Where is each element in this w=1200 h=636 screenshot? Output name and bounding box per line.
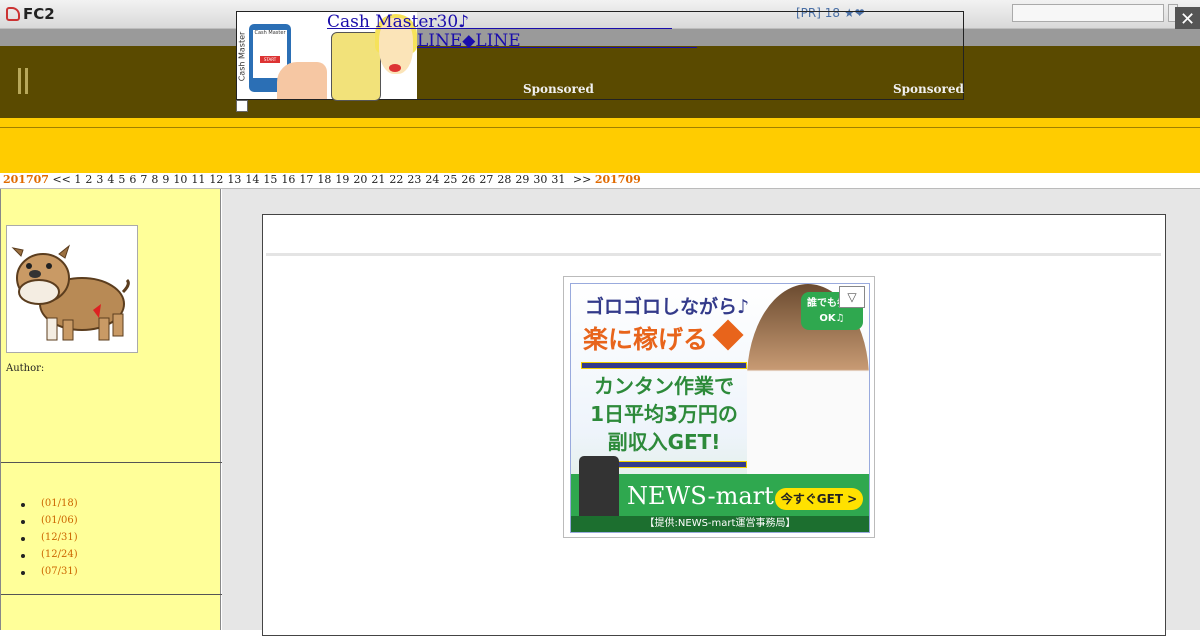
calendar-day[interactable]: 16 bbox=[281, 173, 295, 186]
calendar-day[interactable]: 21 bbox=[371, 173, 385, 186]
provider-caption: 【提供:NEWS-mart運営事務局】 bbox=[571, 516, 869, 532]
prev-month-link[interactable]: 201707 bbox=[3, 173, 49, 186]
banner-rule-top bbox=[581, 362, 747, 369]
next-month-link[interactable]: 201709 bbox=[595, 173, 641, 186]
calendar-day[interactable]: 12 bbox=[209, 173, 223, 186]
calendar-day[interactable]: 3 bbox=[96, 173, 103, 186]
calendar-days: 1 2 3 4 5 6 7 8 9 10 11 12 13 14 15 16 17 18 19 20 21 22 23 24 2… bbox=[74, 173, 569, 186]
entry-title-rule bbox=[266, 253, 1161, 256]
recent-entry[interactable]: (12/24) bbox=[21, 549, 78, 566]
calendar-day[interactable]: 6 bbox=[129, 173, 136, 186]
author-avatar[interactable] bbox=[6, 225, 138, 353]
search-input[interactable] bbox=[1012, 4, 1164, 22]
sidebar-separator bbox=[1, 594, 222, 595]
calendar-day[interactable]: 22 bbox=[389, 173, 403, 186]
banner-subheadline: 楽に稼げる bbox=[583, 325, 709, 354]
banner-copy-line3: 副収入GET! bbox=[607, 430, 721, 454]
phone-start-label: START bbox=[260, 56, 280, 63]
ad-image-vertical-text: Cash Master bbox=[237, 31, 247, 82]
fc2-logo-icon bbox=[6, 7, 20, 21]
sidebar: Author: (01/18) (01/06) (12/31) (12/24) … bbox=[0, 189, 222, 630]
calendar-day[interactable]: 27 bbox=[479, 173, 493, 186]
calendar-day[interactable]: 30 bbox=[533, 173, 547, 186]
brand-logo: NEWS-mart bbox=[627, 482, 774, 510]
calendar-day[interactable]: 31 bbox=[551, 173, 565, 186]
calendar-day[interactable]: 4 bbox=[107, 173, 114, 186]
news-mart-banner-ad[interactable]: ゴロゴロしながら♪ 楽に稼げる カンタン作業で 1日平均3万円の 副収入GET!… bbox=[563, 276, 875, 538]
calendar-day[interactable]: 8 bbox=[151, 173, 158, 186]
calendar-day[interactable]: 10 bbox=[173, 173, 187, 186]
calendar-day[interactable]: 19 bbox=[335, 173, 349, 186]
recent-entry[interactable]: (01/06) bbox=[21, 515, 78, 532]
calendar-day[interactable]: 18 bbox=[317, 173, 331, 186]
banner-headline: ゴロゴロしながら♪ bbox=[585, 296, 750, 318]
banner-copy: カンタン作業で 1日平均3万円の 副収入GET! bbox=[579, 372, 749, 456]
sidebar-separator bbox=[1, 462, 222, 463]
calendar-day[interactable]: 2 bbox=[85, 173, 92, 186]
calendar-day[interactable]: 13 bbox=[227, 173, 241, 186]
ad-checkbox[interactable] bbox=[236, 100, 248, 112]
yellow-band-rule bbox=[0, 127, 1200, 128]
fc2-logo[interactable]: FC2 bbox=[6, 5, 55, 23]
heart-icon bbox=[712, 319, 744, 351]
calendar-day[interactable]: 11 bbox=[191, 173, 205, 186]
sponsored-ad-overlay[interactable]: Cash Master Cash Master START Cash Maste… bbox=[236, 11, 964, 101]
calendar-day[interactable]: 5 bbox=[118, 173, 125, 186]
calendar-day[interactable]: 14 bbox=[245, 173, 259, 186]
fc2-logo-text: FC2 bbox=[23, 5, 55, 23]
header-glyph-icon bbox=[18, 68, 32, 94]
ad-choices-icon[interactable]: ▽ bbox=[839, 286, 865, 308]
calendar-day[interactable]: 1 bbox=[74, 173, 81, 186]
ad-link-cash-master[interactable]: Cash Master30♪ bbox=[327, 12, 469, 32]
calendar-day[interactable]: 28 bbox=[497, 173, 511, 186]
sponsored-label-left: Sponsored bbox=[523, 82, 594, 96]
author-label: Author: bbox=[6, 363, 45, 374]
sponsored-label-right: Sponsored bbox=[893, 82, 964, 96]
hand-illustration bbox=[277, 62, 327, 99]
calendar-day[interactable]: 7 bbox=[140, 173, 147, 186]
prev-month-arrow[interactable]: << bbox=[52, 173, 70, 186]
main-content-area: ゴロゴロしながら♪ 楽に稼げる カンタン作業で 1日平均3万円の 副収入GET!… bbox=[222, 189, 1200, 636]
banner-copy-line2: 1日平均3万円の bbox=[590, 402, 738, 426]
entry-box: ゴロゴロしながら♪ 楽に稼げる カンタン作業で 1日平均3万円の 副収入GET!… bbox=[262, 214, 1166, 636]
ad-link-line[interactable]: LINE◆LINE bbox=[417, 31, 521, 51]
calendar-day[interactable]: 25 bbox=[443, 173, 457, 186]
next-month-arrow[interactable]: >> bbox=[573, 173, 591, 186]
get-now-button[interactable]: 今すぐGET > bbox=[775, 488, 863, 510]
recent-entry[interactable]: (07/31) bbox=[21, 566, 78, 583]
calendar-day[interactable]: 23 bbox=[407, 173, 421, 186]
ad-link1-underline bbox=[452, 28, 672, 29]
ad-link2-underline bbox=[519, 47, 697, 48]
banner-copy-line1: カンタン作業で bbox=[594, 374, 734, 398]
calendar-day[interactable]: 26 bbox=[461, 173, 475, 186]
recent-entries-list: (01/18) (01/06) (12/31) (12/24) (07/31) bbox=[21, 498, 78, 583]
phone-screen-text: Cash Master bbox=[254, 30, 286, 36]
recent-entry[interactable]: (12/31) bbox=[21, 532, 78, 549]
calendar-day[interactable]: 20 bbox=[353, 173, 367, 186]
card-illustration bbox=[331, 32, 381, 101]
recent-entry[interactable]: (01/18) bbox=[21, 498, 78, 515]
calendar-day[interactable]: 29 bbox=[515, 173, 529, 186]
calendar-day[interactable]: 9 bbox=[162, 173, 169, 186]
calendar-day[interactable]: 17 bbox=[299, 173, 313, 186]
yellow-band bbox=[0, 118, 1200, 173]
banner-inner[interactable]: ゴロゴロしながら♪ 楽に稼げる カンタン作業で 1日平均3万円の 副収入GET!… bbox=[570, 283, 870, 533]
bulldog-icon bbox=[11, 244, 130, 341]
calendar-day[interactable]: 15 bbox=[263, 173, 277, 186]
lips-illustration bbox=[389, 64, 401, 72]
calendar-nav: 201707 << 1 2 3 4 5 6 7 8 9 10 11 12 13 14 15 16 17 18 19 2… bbox=[3, 173, 641, 186]
calendar-day[interactable]: 24 bbox=[425, 173, 439, 186]
